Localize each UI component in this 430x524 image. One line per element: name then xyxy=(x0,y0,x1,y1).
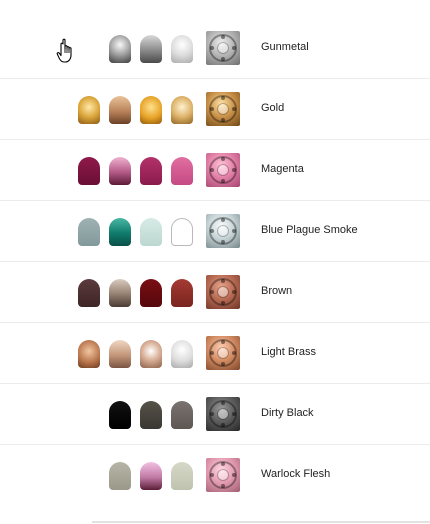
paint-pot xyxy=(171,35,193,63)
paint-combo-row[interactable]: Blue Plague Smoke xyxy=(0,201,430,262)
list-end-divider xyxy=(92,521,430,523)
miniature-swatch xyxy=(206,336,240,370)
paint-combo-name: Light Brass xyxy=(261,346,317,358)
paint-pots xyxy=(78,35,194,63)
paint-pot xyxy=(78,218,100,246)
paint-pot xyxy=(171,462,193,490)
paint-combo-row[interactable]: Brown xyxy=(0,262,430,323)
paint-combo-row[interactable]: Warlock Flesh xyxy=(0,445,430,505)
paint-pots xyxy=(78,462,194,490)
paint-pot xyxy=(171,340,193,368)
miniature-swatch xyxy=(206,214,240,248)
paint-pot xyxy=(171,218,193,246)
paint-pot xyxy=(109,401,131,429)
paint-pot xyxy=(140,218,162,246)
paint-combo-name: Brown xyxy=(261,285,293,297)
miniature-swatch xyxy=(206,275,240,309)
miniature-swatch xyxy=(206,92,240,126)
paint-pot xyxy=(140,462,162,490)
paint-pot xyxy=(109,218,131,246)
paint-pot xyxy=(171,279,193,307)
paint-combo-name: Gold xyxy=(261,102,285,114)
paint-pot xyxy=(78,96,100,124)
paint-combo-row[interactable]: Magenta xyxy=(0,140,430,201)
paint-pot xyxy=(109,157,131,185)
paint-combo-name: Blue Plague Smoke xyxy=(261,224,358,236)
paint-pot xyxy=(140,157,162,185)
paint-pot xyxy=(140,279,162,307)
paint-combo-row[interactable]: Gunmetal xyxy=(0,18,430,79)
paint-combo-name: Gunmetal xyxy=(261,41,309,53)
paint-pots xyxy=(78,401,194,429)
paint-pot xyxy=(140,96,162,124)
miniature-swatch xyxy=(206,397,240,431)
paint-combo-name: Warlock Flesh xyxy=(261,468,331,480)
paint-pots xyxy=(78,279,194,307)
paint-pots xyxy=(78,340,194,368)
paint-combo-row[interactable]: Gold xyxy=(0,79,430,140)
paint-pot xyxy=(78,157,100,185)
paint-pot xyxy=(109,96,131,124)
paint-pot xyxy=(140,401,162,429)
paint-pot xyxy=(140,35,162,63)
paint-combo-name: Magenta xyxy=(261,163,304,175)
miniature-swatch xyxy=(206,458,240,492)
paint-combo-row[interactable]: Dirty Black xyxy=(0,384,430,445)
paint-pot xyxy=(171,96,193,124)
paint-combo-list: Gunmetal Gold Magenta Blue Plague Smoke Brow… xyxy=(0,0,430,505)
paint-combo-row[interactable]: Light Brass xyxy=(0,323,430,384)
paint-pot xyxy=(171,157,193,185)
paint-pots xyxy=(78,96,194,124)
paint-pot xyxy=(109,35,131,63)
paint-pot xyxy=(109,462,131,490)
paint-combo-name: Dirty Black xyxy=(261,407,314,419)
paint-pot xyxy=(78,340,100,368)
paint-pots xyxy=(78,218,194,246)
miniature-swatch xyxy=(206,31,240,65)
paint-pot xyxy=(78,279,100,307)
miniature-swatch xyxy=(206,153,240,187)
paint-pot xyxy=(171,401,193,429)
paint-pot xyxy=(109,279,131,307)
paint-pot xyxy=(109,340,131,368)
paint-pots xyxy=(78,157,194,185)
paint-pot xyxy=(140,340,162,368)
